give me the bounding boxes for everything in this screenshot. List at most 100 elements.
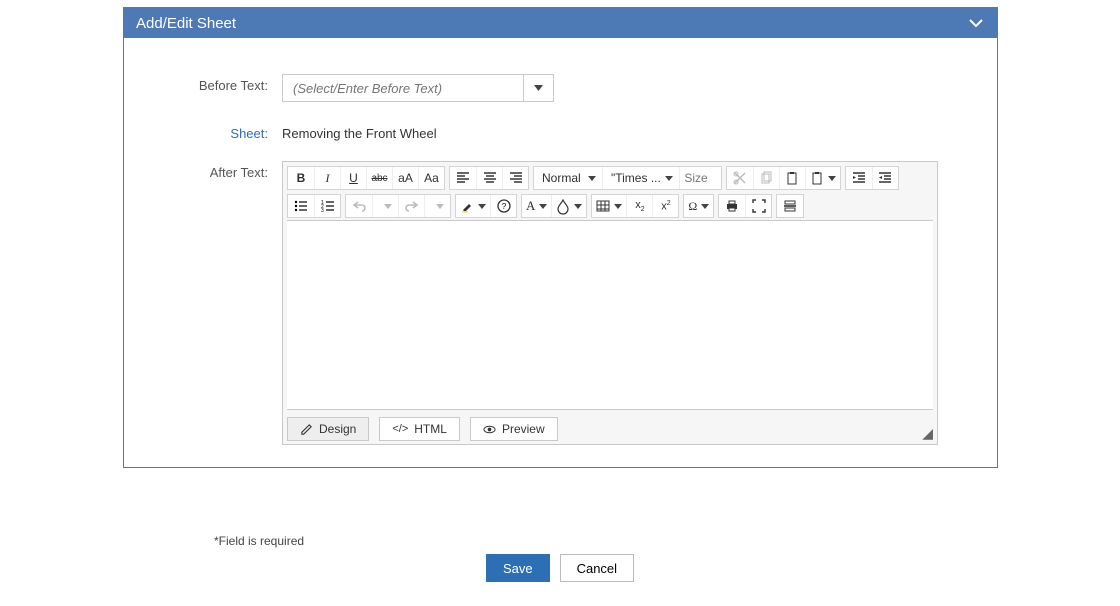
horizontal-rule-icon — [783, 199, 797, 213]
italic-button[interactable]: I — [314, 167, 340, 189]
eye-icon — [483, 423, 496, 436]
paragraph-style-select[interactable]: Normal — [534, 167, 602, 189]
clipboard-icon — [810, 171, 824, 185]
insert-symbol-button[interactable]: Ω — [684, 195, 713, 217]
outdent-button[interactable] — [872, 167, 898, 189]
cut-button[interactable] — [727, 167, 753, 189]
redo-icon — [405, 199, 419, 213]
align-right-button[interactable] — [502, 167, 528, 189]
font-size-input[interactable] — [682, 170, 718, 186]
chevron-down-icon — [967, 14, 985, 32]
insert-table-button[interactable] — [592, 195, 626, 217]
scissors-icon — [733, 171, 747, 185]
before-text-combo[interactable] — [282, 74, 554, 102]
label-before-text: Before Text: — [154, 74, 282, 93]
form-actions: Save Cancel — [0, 554, 1120, 582]
panel-title: Add/Edit Sheet — [136, 15, 236, 32]
editor-footer: Design </> HTML Preview ◢ — [283, 410, 937, 444]
save-button[interactable]: Save — [486, 554, 550, 582]
paste-special-button[interactable] — [805, 167, 840, 189]
superscript-button[interactable]: x2 — [652, 195, 678, 217]
lowercase-uppercase-button[interactable]: aA — [392, 167, 418, 189]
caret-down-icon — [701, 204, 709, 209]
help-icon: ? — [497, 199, 511, 213]
label-sheet[interactable]: Sheet: — [154, 122, 282, 141]
print-button[interactable] — [719, 195, 745, 217]
caret-down-icon — [534, 85, 543, 91]
clipboard-icon — [785, 171, 799, 185]
printer-icon — [725, 199, 739, 213]
row-sheet: Sheet: Removing the Front Wheel — [154, 122, 967, 141]
fullscreen-icon — [752, 199, 766, 213]
undo-button[interactable] — [346, 195, 372, 217]
caret-down-icon — [665, 176, 673, 181]
label-after-text: After Text: — [154, 161, 282, 180]
svg-text:3: 3 — [321, 208, 324, 214]
caret-down-icon — [614, 204, 622, 209]
redo-menu[interactable] — [424, 195, 450, 217]
resize-handle[interactable]: ◢ — [922, 425, 933, 442]
tab-preview[interactable]: Preview — [470, 417, 558, 441]
code-brackets-icon: </> — [392, 423, 408, 435]
underline-button[interactable]: U — [340, 167, 366, 189]
numbered-list-icon: 123 — [321, 199, 335, 213]
horizontal-rule-button[interactable] — [777, 195, 803, 217]
tab-design-label: Design — [319, 422, 356, 436]
tab-preview-label: Preview — [502, 422, 545, 436]
rich-text-editor: B I U abc aA Aa — [282, 161, 938, 445]
bullet-list-button[interactable] — [288, 195, 314, 217]
bullet-list-icon — [294, 199, 308, 213]
required-field-note: *Field is required — [214, 534, 304, 548]
align-left-button[interactable] — [450, 167, 476, 189]
align-center-icon — [483, 171, 497, 185]
subscript-button[interactable]: x2 — [626, 195, 652, 217]
table-icon — [596, 199, 610, 213]
add-edit-sheet-panel: Add/Edit Sheet Before Text: Sheet: Remov… — [123, 7, 998, 468]
tab-html-label: HTML — [414, 422, 447, 436]
font-size-input-wrapper — [679, 167, 721, 189]
indent-icon — [852, 171, 866, 185]
tab-html[interactable]: </> HTML — [379, 417, 460, 441]
caret-down-icon — [384, 204, 392, 209]
pencil-icon — [300, 423, 313, 436]
highlighter-icon — [460, 199, 474, 213]
font-family-value: "Times ... — [611, 171, 661, 185]
align-left-icon — [456, 171, 470, 185]
paste-button[interactable] — [779, 167, 805, 189]
panel-header: Add/Edit Sheet — [124, 8, 997, 38]
highlighter-button[interactable] — [456, 195, 490, 217]
indent-button[interactable] — [846, 167, 872, 189]
bold-button[interactable]: B — [288, 167, 314, 189]
cancel-button[interactable]: Cancel — [560, 554, 634, 582]
row-after-text: After Text: B I U abc aA Aa — [154, 161, 967, 445]
font-family-select[interactable]: "Times ... — [602, 167, 679, 189]
paragraph-style-value: Normal — [542, 171, 581, 185]
undo-icon — [352, 199, 366, 213]
align-center-button[interactable] — [476, 167, 502, 189]
redo-button[interactable] — [398, 195, 424, 217]
row-before-text: Before Text: — [154, 74, 967, 102]
paint-drop-icon — [556, 199, 570, 213]
forecolor-button[interactable]: A — [522, 195, 551, 217]
caret-down-icon — [478, 204, 486, 209]
caret-down-icon — [828, 176, 836, 181]
copy-icon — [759, 171, 773, 185]
tab-design[interactable]: Design — [287, 417, 369, 441]
panel-body: Before Text: Sheet: Removing the Front W… — [124, 38, 997, 467]
strikethrough-button[interactable]: abc — [366, 167, 392, 189]
collapse-button[interactable] — [967, 14, 985, 32]
copy-button[interactable] — [753, 167, 779, 189]
editor-content-area[interactable] — [287, 220, 933, 410]
caret-down-icon — [574, 204, 582, 209]
fullscreen-button[interactable] — [745, 195, 771, 217]
before-text-dropdown-button[interactable] — [523, 75, 553, 101]
svg-text:?: ? — [501, 202, 506, 211]
help-button[interactable]: ? — [490, 195, 516, 217]
numbered-list-button[interactable]: 123 — [314, 195, 340, 217]
undo-menu[interactable] — [372, 195, 398, 217]
sheet-value: Removing the Front Wheel — [282, 122, 967, 141]
omega-icon: Ω — [688, 199, 697, 214]
before-text-input[interactable] — [283, 75, 523, 101]
backcolor-button[interactable] — [551, 195, 586, 217]
uppercase-lowercase-button[interactable]: Aa — [418, 167, 444, 189]
